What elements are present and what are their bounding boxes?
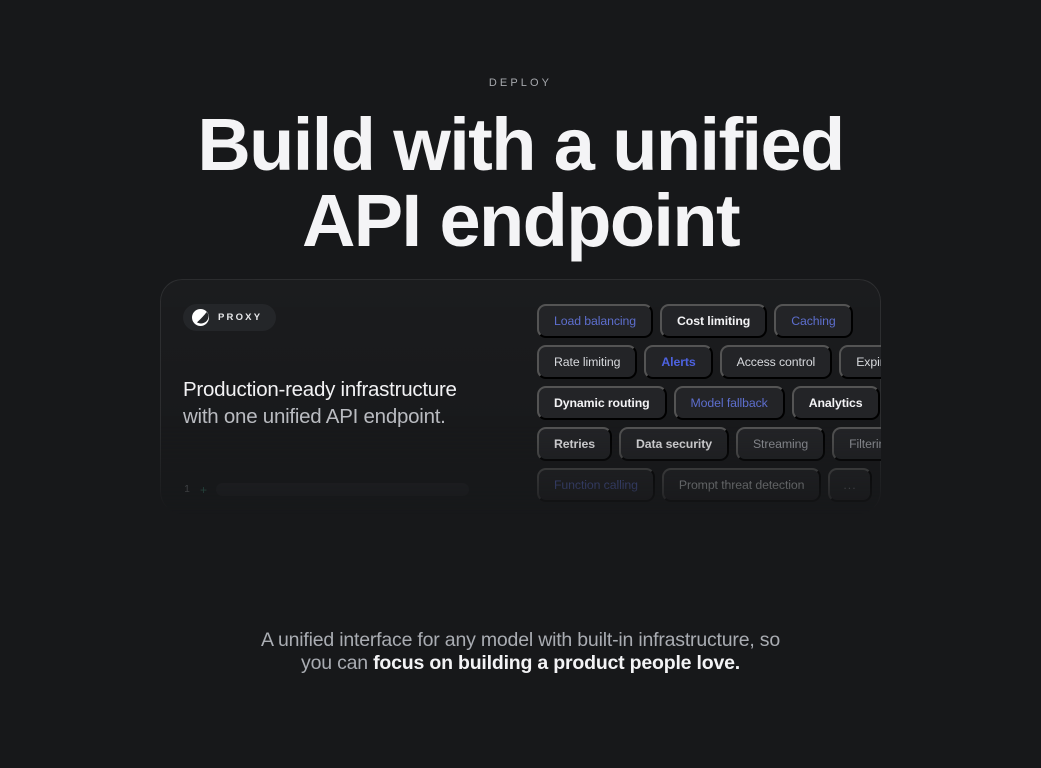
capability-tag[interactable]: Model fallback	[673, 386, 785, 420]
brand-badge[interactable]: PROXY	[183, 304, 277, 331]
footer-tagline: A unified interface for any model with b…	[0, 629, 1041, 676]
capability-tag[interactable]: Analytics	[791, 386, 880, 420]
slider-track[interactable]	[216, 483, 470, 496]
capability-tag[interactable]: Streaming	[735, 427, 826, 461]
hero-title-line-2: API endpoint	[301, 179, 741, 263]
brand-name-label: PROXY	[218, 311, 263, 323]
capability-tag[interactable]: Dynamic routing	[537, 386, 667, 420]
capability-tag-grid: Load balancing Cost limiting Caching Rate l…	[537, 304, 909, 502]
feature-card-right-column: Load balancing Cost limiting Caching Rate l…	[529, 280, 929, 513]
footer-tagline-line-2: you can focus on building a product peop…	[0, 652, 1041, 675]
add-instance-icon[interactable]: +	[200, 484, 207, 496]
capability-tag-row: Function calling Prompt threat detection.…	[537, 468, 909, 502]
footer-tagline-emphasis: focus on building a product people love.	[373, 652, 740, 675]
capability-tag[interactable]: Prompt threat detection	[661, 468, 822, 502]
feature-card-headline: Production-ready infrastructure with one…	[183, 376, 529, 430]
capability-tag[interactable]: Rate limiting	[537, 345, 638, 379]
feature-card-headline-line-1: Production-ready infrastructure	[183, 378, 457, 401]
footer-tagline-prefix: you can	[301, 652, 374, 675]
capability-tag[interactable]: Function calling	[537, 468, 655, 502]
footer-tagline-line-1: A unified interface for any model with b…	[261, 629, 780, 651]
feature-card-inner: PROXY Production-ready infrastructure wi…	[161, 280, 909, 513]
instance-count-label: 1	[184, 483, 190, 495]
hero-section: DEPLOY Build with a unified API endpoint	[0, 0, 1041, 259]
instance-slider[interactable]: 1 +	[183, 483, 470, 496]
capability-tag[interactable]: Expiry	[839, 345, 907, 379]
page-root: DEPLOY Build with a unified API endpoint	[0, 0, 1041, 768]
page-title: Build with a unified API endpoint	[0, 103, 1041, 263]
hero-eyebrow: DEPLOY	[488, 77, 553, 89]
proxy-droplet-logo-icon	[192, 309, 209, 326]
capability-tag[interactable]: Access control	[719, 345, 833, 379]
feature-card: PROXY Production-ready infrastructure wi…	[160, 279, 909, 514]
capability-tag-row: Load balancing Cost limiting Caching	[537, 304, 909, 338]
capability-tag[interactable]: Caching	[774, 304, 853, 338]
capability-tag-row: Rate limiting Alerts Access control Expiry	[537, 345, 909, 379]
capability-tag[interactable]: Load balancing	[537, 304, 654, 338]
feature-card-left-column: PROXY Production-ready infrastructure wi…	[161, 280, 529, 513]
capability-tag-row: Dynamic routing Model fallback Analytics	[537, 386, 909, 420]
capability-tag[interactable]: Filtering	[832, 427, 909, 461]
capability-tag[interactable]: Retries	[537, 427, 612, 461]
hero-title-line-1: Build with a unified	[197, 103, 845, 186]
feature-card-headline-line-2: with one unified API endpoint.	[183, 405, 446, 429]
capability-tag-row: Retries Data security Streaming Filtering	[537, 427, 909, 461]
capability-tag[interactable]: Cost limiting	[660, 304, 768, 338]
capability-tag[interactable]: ...	[828, 468, 872, 502]
capability-tag[interactable]: Alerts	[644, 345, 713, 379]
capability-tag[interactable]: Data security	[619, 427, 729, 461]
